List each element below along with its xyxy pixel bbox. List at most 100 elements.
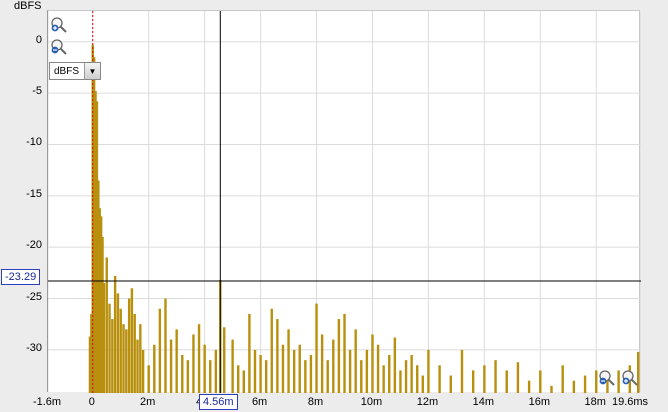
chart-bar [287,329,290,393]
chart-bar [108,303,111,393]
chart-bar [169,339,173,393]
chart-bar [147,365,150,393]
chart-bar [337,319,341,393]
x-tick-label: 12m [416,396,439,408]
x-tick-label: 10m [360,396,383,408]
zoom-out-icon[interactable] [50,38,68,56]
chart-bar [209,360,212,393]
y-tick-label: 0 [35,33,42,46]
chart-bar [231,339,234,393]
chart-bar [326,360,329,393]
chart-bar [320,334,324,393]
cursor-x-readout: 4.56m [199,394,238,410]
x-tick-label: 2m [140,396,156,408]
chart-bar [572,380,576,393]
chart-bar [388,355,391,393]
x-tick-label: 16m [528,396,550,408]
chart-bar [550,385,553,393]
chart-bar [382,365,385,393]
x-tick-label: 18m [584,396,606,408]
chart-bar [276,319,279,393]
chart-bar [505,370,508,393]
y-tick-label: -20 [26,239,42,252]
cursor-y-readout: -23.29 [1,269,41,285]
chart-bar [259,355,262,393]
chart-bar [164,298,167,393]
chart-bar [181,355,184,393]
x-tick-label: 6m [251,396,268,408]
y-axis-unit-label: dBFS [14,0,42,12]
chart-bar [354,329,357,393]
chart-bar [371,334,374,393]
chart-bar [427,349,430,393]
chart-bar [494,360,497,393]
chart-bar [460,349,464,393]
chart-bar [561,365,564,393]
y-tick-label: -5 [32,85,42,98]
chart-bar [270,308,273,393]
chart-bar [399,370,402,393]
chart-bar [404,360,408,393]
zoom-in-icon[interactable] [621,369,639,387]
chart-bar [186,360,190,393]
chart-bar [192,334,195,393]
chart-bar [125,329,128,393]
chart-bar [102,283,106,393]
chart-bar [516,362,520,393]
chart-bar [203,344,206,393]
chart-bar [438,365,441,393]
dropdown-arrow-icon[interactable]: ▼ [84,63,100,79]
chart-bar [237,365,240,393]
chart-bar [111,319,114,393]
chart-bar [298,344,301,393]
chart-bar [175,329,178,393]
chart-bar [136,339,139,393]
chart-bar [113,275,117,393]
chart-bar [281,344,285,393]
chart-bar [393,337,397,393]
plot-area[interactable] [47,10,641,393]
chart-bar [141,349,145,393]
chart-bar [376,344,380,393]
chart-bar [483,365,486,393]
y-tick-label: -10 [26,136,42,149]
zoom-in-icon[interactable] [50,16,68,34]
x-tick-label: 0 [88,396,95,408]
x-tick-label: 8m [307,396,324,408]
x-tick-label: 19.6ms [611,396,649,408]
chart-bar [248,313,251,393]
impulse-response-chart[interactable] [48,11,641,393]
y-tick-label: -30 [26,341,42,354]
chart-bar [365,349,369,393]
unit-dropdown-value: dBFS [54,65,80,77]
x-tick-label: -1.6m [32,396,62,408]
chart-bar [264,360,268,393]
chart-bar [127,298,131,393]
chart-bar [133,313,136,393]
chart-bar [527,380,531,393]
unit-dropdown[interactable]: dBFS ▼ [49,62,101,80]
chart-bar [343,313,346,393]
y-tick-label: -25 [26,290,42,303]
chart-bar [617,370,620,393]
chart-bar [253,349,257,393]
chart-bar [130,288,134,393]
chart-bar [539,370,542,393]
zoom-out-icon[interactable] [598,369,616,387]
chart-bar [158,308,162,393]
chart-bars [88,44,640,393]
chart-bar [119,308,122,393]
chart-bar [348,349,352,393]
chart-bar [122,324,125,393]
chart-bar [116,293,120,393]
chart-bar [421,375,425,393]
x-tick-label: 14m [472,396,495,408]
chart-bar [197,324,201,393]
chart-bar [471,370,475,393]
chart-bar [309,355,313,393]
chart-bar [410,355,413,393]
chart-bar [139,324,142,393]
y-tick-label: -15 [26,187,42,200]
chart-bar [214,349,218,393]
chart-bar [223,327,226,393]
